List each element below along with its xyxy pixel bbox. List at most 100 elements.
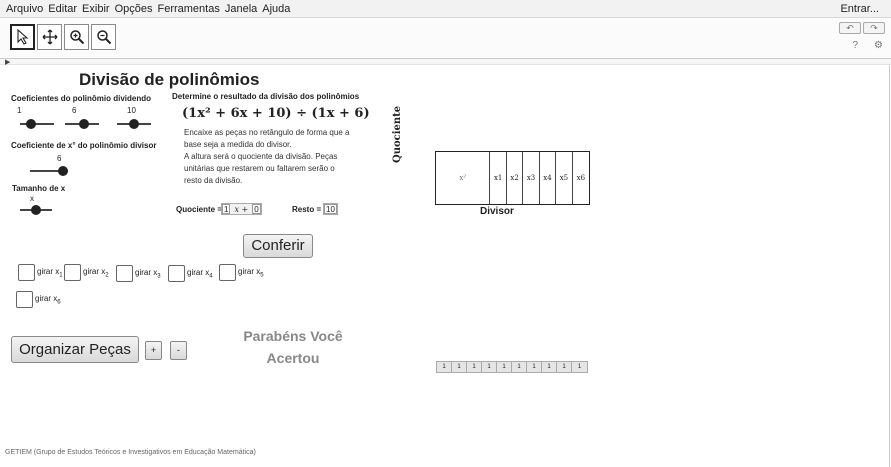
unit-piece[interactable]: 1	[527, 362, 542, 372]
style-bar[interactable]: ▶	[0, 58, 891, 66]
x-piece-label: x4	[543, 174, 552, 182]
quotient-axis-label: Quociente	[392, 103, 403, 163]
dividend-a-slider[interactable]	[20, 119, 54, 129]
undo-button[interactable]: ↶	[839, 22, 861, 34]
menu-arquivo[interactable]: Arquivo	[6, 3, 43, 15]
division-rectangle[interactable]: x² x1 x2 x3 x4 x5 x6	[435, 151, 590, 205]
quotient-label: Quociente =	[176, 205, 223, 214]
success-line-2: Acertou	[266, 350, 320, 366]
checkbox-box[interactable]	[64, 264, 81, 281]
task-heading: Determine o resultado da divisão dos pol…	[172, 92, 360, 101]
menu-ajuda[interactable]: Ajuda	[262, 3, 290, 15]
size-var: x	[30, 194, 34, 203]
rotate-x2-label: girar x2	[83, 267, 109, 279]
checkbox-box[interactable]	[16, 291, 33, 308]
instruction-line-5: resto da divisão.	[184, 176, 243, 185]
slider-knob[interactable]	[79, 119, 90, 129]
move-tool-button[interactable]	[10, 24, 35, 50]
quotient-const-field[interactable]: 0	[252, 204, 261, 214]
success-message: Parabéns Você Acertou	[232, 325, 354, 369]
unit-piece[interactable]: 1	[542, 362, 557, 372]
x-piece-label: x6	[576, 174, 586, 182]
checkbox-box[interactable]	[116, 265, 133, 282]
slider-knob[interactable]	[31, 205, 41, 215]
rotate-text: girar x	[83, 266, 106, 276]
menu-exibir[interactable]: Exibir	[82, 3, 110, 15]
menu-opcoes[interactable]: Opções	[115, 3, 153, 15]
size-slider[interactable]	[20, 205, 52, 215]
x-piece[interactable]: x2	[507, 152, 524, 204]
checkbox-box[interactable]	[219, 264, 236, 281]
rotate-x4-label: girar x4	[187, 268, 213, 280]
divisor-slider[interactable]	[30, 166, 68, 176]
unit-piece[interactable]: 1	[452, 362, 467, 372]
checkbox-box[interactable]	[18, 264, 35, 281]
slider-knob[interactable]	[129, 119, 139, 129]
unit-piece[interactable]: 1	[467, 362, 482, 372]
move-view-tool-button[interactable]	[37, 24, 62, 50]
minus-button[interactable]: -	[170, 341, 187, 360]
unit-piece[interactable]: 1	[557, 362, 572, 372]
rotate-sub: 6	[57, 299, 61, 306]
rotate-sub: 3	[157, 273, 161, 280]
zoom-out-tool-button[interactable]	[91, 24, 116, 50]
toolbar: ↶ ↷ ? ⚙	[0, 18, 891, 58]
help-icon[interactable]: ?	[852, 40, 858, 51]
instruction-line-2: base seja a medida do divisor.	[184, 140, 292, 149]
menu-bar: Arquivo Editar Exibir Opções Ferramentas…	[0, 0, 891, 18]
unit-piece[interactable]: 1	[497, 362, 512, 372]
slider-knob[interactable]	[58, 166, 68, 176]
rotate-x6-checkbox[interactable]: girar x6	[16, 291, 61, 308]
rotate-x2-checkbox[interactable]: girar x2	[64, 264, 109, 281]
login-link[interactable]: Entrar...	[840, 3, 879, 15]
rotate-text: girar x	[35, 293, 58, 303]
menu-ferramentas[interactable]: Ferramentas	[157, 3, 219, 15]
quotient-mid-text: x +	[234, 204, 249, 214]
zoom-in-tool-button[interactable]	[64, 24, 89, 50]
rotate-x6-label: girar x6	[35, 294, 61, 306]
division-formula: (1x² + 6x + 10) ÷ (1x + 6)	[182, 106, 370, 121]
rotate-x3-checkbox[interactable]: girar x3	[116, 265, 161, 282]
unit-piece[interactable]: 1	[512, 362, 527, 372]
redo-button[interactable]: ↷	[863, 22, 885, 34]
rotate-x4-checkbox[interactable]: girar x4	[168, 265, 213, 282]
unit-piece[interactable]: 1	[482, 362, 497, 372]
remainder-input[interactable]: 10	[323, 203, 338, 215]
x-piece-label: x2	[510, 174, 519, 182]
footer-credit: GETIEM (Grupo de Estudos Teóricos e Inve…	[5, 449, 256, 456]
plus-button[interactable]: +	[145, 341, 162, 360]
rotate-text: girar x	[37, 266, 60, 276]
rotate-sub: 2	[105, 272, 109, 279]
rotate-text: girar x	[238, 266, 261, 276]
dividend-c-slider[interactable]	[117, 119, 151, 129]
dividend-b-slider[interactable]	[65, 119, 99, 129]
gear-icon[interactable]: ⚙	[874, 40, 883, 51]
quotient-coef-field[interactable]: 1	[222, 204, 231, 214]
rotate-x5-checkbox[interactable]: girar x5	[219, 264, 264, 281]
menu-list: Arquivo Editar Exibir Opções Ferramentas…	[6, 3, 290, 15]
zoom-in-icon	[69, 30, 84, 45]
checkbox-box[interactable]	[168, 265, 185, 282]
menu-editar[interactable]: Editar	[48, 3, 77, 15]
quotient-input[interactable]: 1 x + 0	[221, 203, 262, 215]
quotient-axis-text: Quociente	[392, 105, 403, 163]
remainder-field[interactable]: 10	[324, 204, 337, 214]
rotate-text: girar x	[135, 267, 158, 277]
rotate-text: girar x	[187, 267, 210, 277]
divisor-value: 6	[57, 154, 62, 163]
menu-janela[interactable]: Janela	[225, 3, 257, 15]
unit-piece[interactable]: 1	[437, 362, 452, 372]
check-button[interactable]: Conferir	[243, 234, 313, 258]
slider-knob[interactable]	[26, 119, 36, 129]
x-piece[interactable]: x1	[490, 152, 507, 204]
dividend-label: Coeficientes do polinômio dividendo	[11, 94, 152, 103]
rotate-x1-checkbox[interactable]: girar x1	[18, 264, 63, 281]
organize-pieces-button[interactable]: Organizar Peças	[11, 336, 139, 363]
instruction-line-4: unitárias que restarem ou faltarem serão…	[184, 164, 335, 173]
x-piece[interactable]: x6	[573, 152, 589, 204]
unit-piece[interactable]: 1	[572, 362, 587, 372]
x-squared-piece[interactable]: x²	[436, 152, 491, 204]
x-piece[interactable]: x4	[540, 152, 557, 204]
x-piece[interactable]: x3	[523, 152, 540, 204]
x-piece[interactable]: x5	[556, 152, 573, 204]
